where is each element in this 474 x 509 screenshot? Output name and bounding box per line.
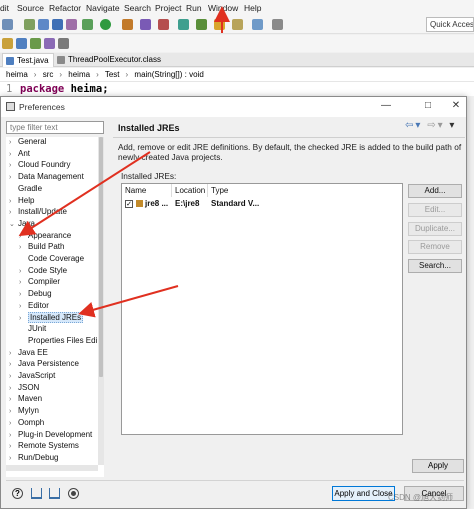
annotation-arrows: [18, 6, 230, 318]
annotation-arrow-java: [18, 151, 151, 237]
watermark: CSDN @旭大剑师: [388, 493, 454, 502]
screenshot-root: dit Source Refactor Navigate Search Proj…: [0, 0, 474, 509]
annotation-arrow-installed-jres: [78, 285, 179, 318]
